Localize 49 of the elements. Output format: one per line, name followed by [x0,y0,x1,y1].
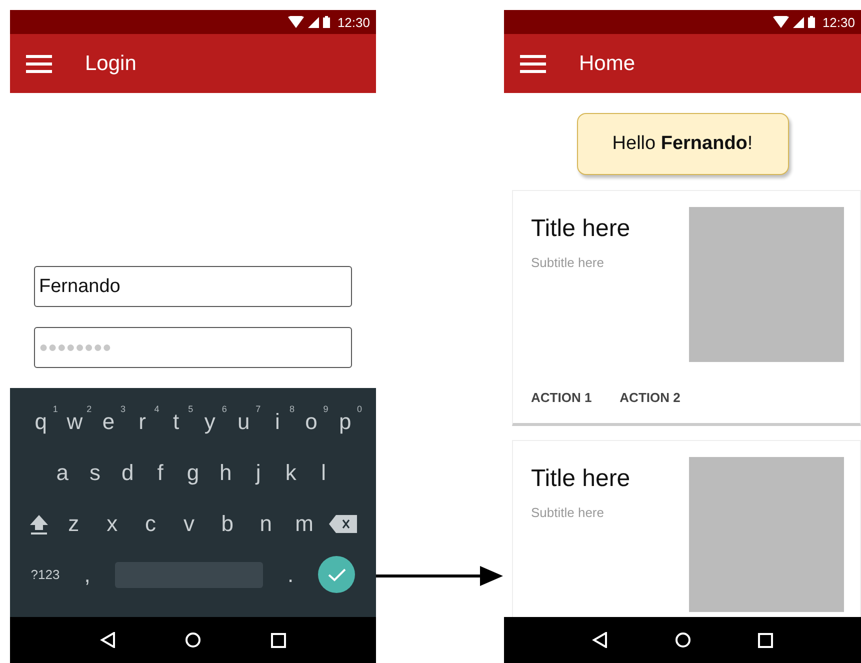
keyboard-key[interactable]: h [212,460,240,486]
keyboard-key[interactable]: a [48,460,76,486]
card-action[interactable]: ACTION 2 [620,390,680,405]
signal-icon [793,16,804,28]
home-icon[interactable] [674,632,691,648]
symbols-key[interactable]: ?123 [30,567,60,582]
battery-icon [323,16,330,28]
menu-icon[interactable] [26,54,52,74]
app-bar-title: Home [579,52,636,76]
card-title: Title here [531,465,630,493]
keyboard-key[interactable]: k [276,460,305,486]
keyboard-key[interactable]: f [146,460,174,486]
recents-icon[interactable] [271,632,286,648]
keyboard-key[interactable]: c [136,510,165,536]
app-bar-title: Login [85,52,136,76]
greeting-message: Hello Fernando! [612,133,753,155]
card-subtitle: Subtitle here [531,255,605,270]
check-icon [328,568,346,582]
menu-icon[interactable] [520,54,546,74]
clock-time: 12:30 [337,14,370,30]
card-subtitle: Subtitle here [531,505,605,520]
card-title: Title here [531,215,630,243]
keyboard-key[interactable]: j [244,460,272,486]
home-icon[interactable] [185,632,202,648]
shift-icon[interactable] [29,512,50,534]
keyboard-key[interactable]: v [174,510,203,536]
keyboard-key[interactable]: . [276,562,305,588]
keyboard-key[interactable]: g [178,460,207,486]
backspace-icon[interactable] [328,514,357,532]
keyboard-key[interactable]: m [290,510,318,536]
keyboard-key[interactable]: x [98,510,126,536]
battery-icon [808,16,816,28]
keyboard-key[interactable]: d [114,460,142,486]
back-icon[interactable] [100,632,116,648]
done-key[interactable] [318,556,356,593]
back-icon[interactable] [592,632,608,648]
wifi-icon [773,16,790,28]
recents-icon[interactable] [758,632,773,648]
keyboard-key[interactable]: z [60,510,88,536]
keyboard-key[interactable]: , [73,562,102,588]
clock-time: 12:30 [822,14,855,30]
wifi-icon [288,16,304,28]
keyboard-key[interactable]: n [252,510,280,536]
card-action[interactable]: ACTION 1 [531,390,592,405]
signal-icon [308,16,320,28]
keyboard-key[interactable]: b [213,510,242,536]
keyboard-key[interactable]: l [310,460,338,486]
keyboard-key[interactable]: s [80,460,109,486]
username-field[interactable]: Fernando [34,266,352,307]
